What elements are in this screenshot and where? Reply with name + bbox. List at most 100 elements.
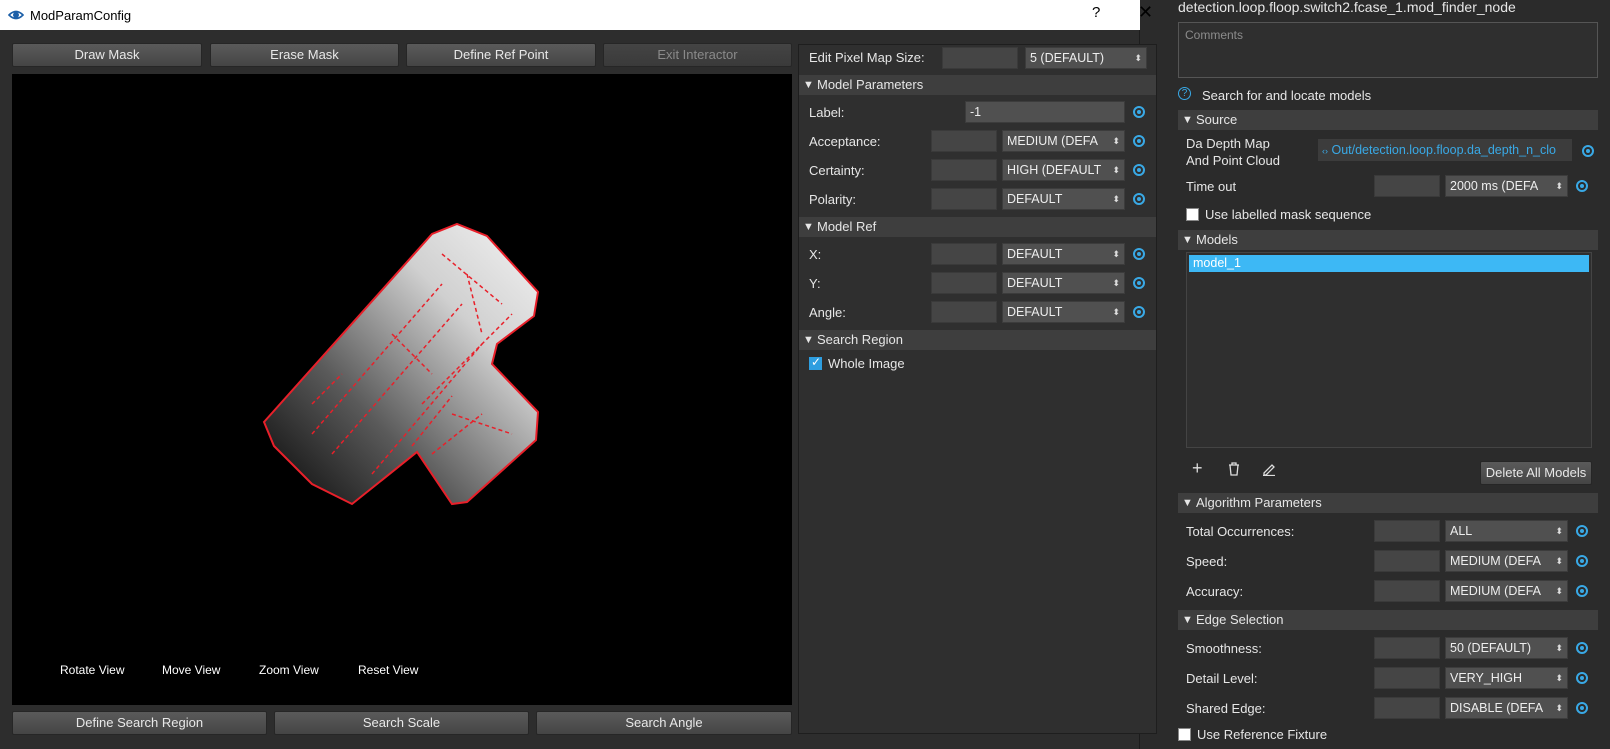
collapse-triangle-icon: ▼ xyxy=(803,221,814,233)
pixel-map-size-label: Edit Pixel Map Size: xyxy=(809,50,925,65)
timeout-reset-icon[interactable] xyxy=(1576,180,1588,192)
section-algorithm-parameters[interactable]: ▼ Algorithm Parameters xyxy=(1178,493,1598,513)
speed-input[interactable] xyxy=(1374,550,1440,572)
move-view-link[interactable]: Move View xyxy=(162,663,221,677)
collapse-triangle-icon: ▼ xyxy=(803,334,814,346)
angle-reset-icon[interactable] xyxy=(1133,306,1145,318)
labelled-mask-checkbox[interactable] xyxy=(1186,208,1199,221)
smoothness-input[interactable] xyxy=(1374,637,1440,659)
polarity-reset-icon[interactable] xyxy=(1133,193,1145,205)
total-occurrences-input[interactable] xyxy=(1374,520,1440,542)
erase-mask-button[interactable]: Erase Mask xyxy=(210,43,399,67)
pixel-map-size-select[interactable]: 5 (DEFAULT) ⬍ xyxy=(1025,47,1147,69)
list-item[interactable]: model_1 xyxy=(1189,255,1589,272)
accuracy-label: Accuracy: xyxy=(1186,584,1244,599)
shared-edge-input[interactable] xyxy=(1374,697,1440,719)
x-select[interactable]: DEFAULT ⬍ xyxy=(1002,243,1125,265)
acceptance-select[interactable]: MEDIUM (DEFA ⬍ xyxy=(1002,130,1125,152)
image-viewer[interactable]: Rotate View Move View Zoom View Reset Vi… xyxy=(12,74,792,705)
detail-level-input[interactable] xyxy=(1374,667,1440,689)
shared-edge-select[interactable]: DISABLE (DEFA ⬍ xyxy=(1445,697,1568,719)
zoom-view-link[interactable]: Zoom View xyxy=(259,663,319,677)
section-models[interactable]: ▼ Models xyxy=(1178,230,1598,250)
certainty-select[interactable]: HIGH (DEFAULT ⬍ xyxy=(1002,159,1125,181)
define-search-region-button[interactable]: Define Search Region xyxy=(12,711,267,735)
detail-level-select[interactable]: VERY_HIGH ⬍ xyxy=(1445,667,1568,689)
timeout-select[interactable]: 2000 ms (DEFA ⬍ xyxy=(1445,175,1568,197)
close-icon[interactable]: ✕ xyxy=(1138,2,1153,23)
search-angle-button[interactable]: Search Angle xyxy=(536,711,792,735)
section-model-parameters[interactable]: ▼ Model Parameters xyxy=(799,75,1156,95)
help-icon[interactable]: ? xyxy=(1178,87,1191,100)
edit-pencil-icon[interactable] xyxy=(1262,462,1276,476)
y-reset-icon[interactable] xyxy=(1133,277,1145,289)
y-input[interactable] xyxy=(931,272,997,294)
model-shape xyxy=(262,222,540,506)
certainty-reset-icon[interactable] xyxy=(1133,164,1145,176)
search-scale-button[interactable]: Search Scale xyxy=(274,711,529,735)
certainty-label: Certainty: xyxy=(809,163,865,178)
speed-select[interactable]: MEDIUM (DEFA ⬍ xyxy=(1445,550,1568,572)
total-occurrences-reset-icon[interactable] xyxy=(1576,525,1588,537)
define-ref-point-button[interactable]: Define Ref Point xyxy=(406,43,596,67)
x-input[interactable] xyxy=(931,243,997,265)
window-title: ModParamConfig xyxy=(30,8,132,23)
viewer-controls: Rotate View Move View Zoom View Reset Vi… xyxy=(60,663,419,677)
exit-interactor-button[interactable]: Exit Interactor xyxy=(603,43,792,67)
polarity-label: Polarity: xyxy=(809,192,856,207)
node-path: detection.loop.floop.switch2.fcase_1.mod… xyxy=(1178,0,1516,15)
polarity-input[interactable] xyxy=(931,188,997,210)
collapse-triangle-icon: ▼ xyxy=(1182,114,1193,126)
detail-level-reset-icon[interactable] xyxy=(1576,672,1588,684)
certainty-input[interactable] xyxy=(931,159,997,181)
reference-fixture-checkbox[interactable] xyxy=(1178,728,1191,741)
depth-source-link[interactable]: ‹› Out/detection.loop.floop.da_depth_n_c… xyxy=(1318,139,1572,161)
help-button[interactable]: ? xyxy=(1092,4,1100,21)
accuracy-select[interactable]: MEDIUM (DEFA ⬍ xyxy=(1445,580,1568,602)
x-reset-icon[interactable] xyxy=(1133,248,1145,260)
polarity-select[interactable]: DEFAULT ⬍ xyxy=(1002,188,1125,210)
depth-map-label: Da Depth Map xyxy=(1186,136,1270,151)
rotate-view-link[interactable]: Rotate View xyxy=(60,663,125,677)
detail-level-label: Detail Level: xyxy=(1186,671,1258,686)
reference-fixture-label: Use Reference Fixture xyxy=(1197,727,1328,742)
models-list[interactable]: model_1 xyxy=(1186,252,1592,448)
speed-reset-icon[interactable] xyxy=(1576,555,1588,567)
speed-label: Speed: xyxy=(1186,554,1228,569)
section-model-ref[interactable]: ▼ Model Ref xyxy=(799,217,1156,237)
collapse-triangle-icon: ▼ xyxy=(1182,614,1193,626)
angle-input[interactable] xyxy=(931,301,997,323)
shared-edge-label: Shared Edge: xyxy=(1186,701,1266,716)
label-input[interactable]: -1 xyxy=(965,101,1125,123)
acceptance-input[interactable] xyxy=(931,130,997,152)
y-label: Y: xyxy=(809,276,821,291)
label-field-label: Label: xyxy=(809,105,845,120)
accuracy-reset-icon[interactable] xyxy=(1576,585,1588,597)
smoothness-select[interactable]: 50 (DEFAULT) ⬍ xyxy=(1445,637,1568,659)
section-search-region[interactable]: ▼ Search Region xyxy=(799,330,1156,350)
shared-edge-reset-icon[interactable] xyxy=(1576,702,1588,714)
total-occurrences-select[interactable]: ALL ⬍ xyxy=(1445,520,1568,542)
node-properties-panel: detection.loop.floop.switch2.fcase_1.mod… xyxy=(1170,0,1610,749)
trash-icon[interactable] xyxy=(1228,462,1240,476)
y-select[interactable]: DEFAULT ⬍ xyxy=(1002,272,1125,294)
label-reset-icon[interactable] xyxy=(1133,106,1145,118)
accuracy-input[interactable] xyxy=(1374,580,1440,602)
section-edge-selection[interactable]: ▼ Edge Selection xyxy=(1178,610,1598,630)
timeout-label: Time out xyxy=(1186,179,1237,194)
angle-select[interactable]: DEFAULT ⬍ xyxy=(1002,301,1125,323)
depth-source-reset-icon[interactable] xyxy=(1582,145,1594,157)
section-source[interactable]: ▼ Source xyxy=(1178,110,1598,130)
draw-mask-button[interactable]: Draw Mask xyxy=(12,43,202,67)
delete-all-models-button[interactable]: Delete All Models xyxy=(1480,461,1592,485)
add-icon[interactable]: + xyxy=(1192,458,1203,479)
link-icon: ‹› xyxy=(1322,146,1328,156)
labelled-mask-label: Use labelled mask sequence xyxy=(1205,207,1372,222)
timeout-input[interactable] xyxy=(1374,175,1440,197)
pixel-map-size-input[interactable] xyxy=(942,47,1018,69)
smoothness-reset-icon[interactable] xyxy=(1576,642,1588,654)
comments-textarea[interactable]: Comments xyxy=(1178,22,1598,78)
acceptance-reset-icon[interactable] xyxy=(1133,135,1145,147)
reset-view-link[interactable]: Reset View xyxy=(358,663,419,677)
whole-image-checkbox[interactable] xyxy=(809,355,822,370)
